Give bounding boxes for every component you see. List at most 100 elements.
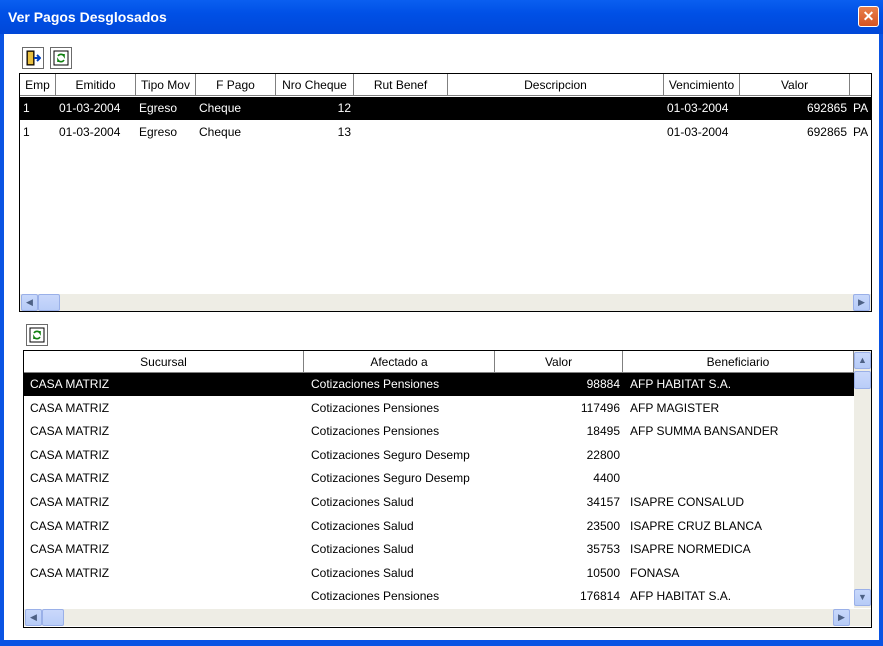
exit-door-icon [26,50,41,66]
cell-beneficiario: AFP SUMMA BANSANDER [630,424,779,439]
refresh-icon [53,50,69,66]
cell-afectado: Cotizaciones Pensiones [311,589,440,604]
cell-rut-benef [354,97,448,120]
cell-extra: PA [853,125,869,139]
column-header[interactable]: Beneficiario [623,351,854,373]
column-header[interactable]: Emp [20,74,56,96]
table-row[interactable]: 1 01-03-2004 Egreso Cheque 13 01-03-2004 69286… [20,121,871,144]
cell-beneficiario [623,467,854,490]
cell-valor: 10500 [586,565,620,580]
scroll-thumb[interactable] [38,294,60,311]
scroll-down-button[interactable]: ▼ [854,589,871,606]
column-header[interactable]: Descripcion [448,74,664,96]
cell-emp: 1 [23,101,30,115]
cell-sucursal: CASA MATRIZ [30,518,110,533]
cell-emp: 1 [23,125,30,139]
refresh-button-bottom[interactable] [26,324,48,346]
exit-button[interactable] [22,47,44,69]
column-header[interactable]: Vencimiento [664,74,740,96]
payments-grid[interactable]: Emp Emitido Tipo Mov F Pago Nro Cheque Rut Be… [19,73,872,312]
cell-nro-cheque: 12 [337,101,351,115]
column-header[interactable]: Emitido [56,74,136,96]
cell-afectado: Cotizaciones Pensiones [311,424,440,439]
column-header[interactable]: Sucursal [24,351,304,373]
bottom-horizontal-scrollbar[interactable]: ◀ ▶ [24,609,871,626]
cell-valor: 18495 [586,424,620,439]
cell-beneficiario: ISAPRE CONSALUD [630,495,745,509]
cell-afectado: Cotizaciones Salud [311,518,414,533]
table-row[interactable]: CASA MATRIZ Cotizaciones Salud 35753 ISAPRE… [24,538,854,561]
cell-sucursal: CASA MATRIZ [30,424,110,439]
scroll-thumb[interactable] [42,609,64,626]
cell-nro-cheque: 13 [337,125,351,139]
cell-sucursal: CASA MATRIZ [30,447,110,462]
cell-descripcion [448,97,664,120]
client-area: Emp Emitido Tipo Mov F Pago Nro Cheque Rut Be… [4,34,879,640]
cell-sucursal: CASA MATRIZ [30,565,110,580]
scroll-left-button[interactable]: ◀ [21,294,38,311]
close-button[interactable]: ✕ [858,6,879,27]
cell-valor: 692865 [806,101,847,115]
column-header[interactable]: Valor [740,74,850,96]
table-row[interactable]: CASA MATRIZ Cotizaciones Salud 23500 ISAPRE… [24,515,854,538]
window-title: Ver Pagos Desglosados [8,9,167,25]
cell-valor: 23500 [586,518,620,533]
cell-sucursal: CASA MATRIZ [30,377,110,391]
cell-valor: 4400 [593,471,620,486]
table-row[interactable]: CASA MATRIZ Cotizaciones Salud 34157 ISAPRE… [24,491,854,514]
cell-vencimiento: 01-03-2004 [667,101,729,115]
column-header[interactable]: F Pago [196,74,276,96]
cell-valor: 176814 [579,589,620,604]
cell-afectado: Cotizaciones Pensiones [311,377,440,391]
cell-vencimiento: 01-03-2004 [667,125,729,139]
cell-afectado: Cotizaciones Salud [311,565,414,580]
table-row[interactable]: CASA MATRIZ Cotizaciones Seguro Desemp 440… [24,467,854,490]
cell-emitido: 01-03-2004 [59,125,121,139]
column-header[interactable]: Valor [495,351,623,373]
refresh-icon [29,327,45,343]
table-row[interactable]: Cotizaciones Pensiones 176814 AFP HABITAT … [24,585,854,608]
column-header-empty [850,74,871,96]
scroll-right-button[interactable]: ▶ [853,294,870,311]
cell-valor: 34157 [586,495,620,509]
bottom-vertical-scrollbar[interactable]: ▲ ▼ [854,351,871,608]
scroll-right-button[interactable]: ▶ [833,609,850,626]
refresh-button-top[interactable] [50,47,72,69]
window-bottom-border [4,640,879,646]
cell-descripcion [448,121,664,144]
cell-sucursal: CASA MATRIZ [30,542,110,557]
cell-emitido: 01-03-2004 [59,101,121,115]
table-row[interactable]: CASA MATRIZ Cotizaciones Salud 10500 FONASA [24,562,854,585]
column-header[interactable]: Rut Benef [354,74,448,96]
scroll-left-button[interactable]: ◀ [25,609,42,626]
scroll-thumb[interactable] [854,371,871,389]
cell-beneficiario: AFP HABITAT S.A. [630,589,732,604]
column-header[interactable]: Tipo Mov [136,74,196,96]
cell-extra: PA [853,101,869,115]
cell-afectado: Cotizaciones Pensiones [311,400,440,415]
cell-f-pago: Cheque [199,101,242,115]
cell-valor: 98884 [586,377,620,391]
window: Ver Pagos Desglosados ✕ Emp Emitido Tipo M… [0,0,883,646]
scroll-up-button[interactable]: ▲ [854,352,871,369]
column-header[interactable]: Nro Cheque [276,74,354,96]
cell-sucursal [24,585,304,608]
cell-tipo-mov: Egreso [139,101,178,115]
table-row[interactable]: CASA MATRIZ Cotizaciones Pensiones 117496 A… [24,397,854,420]
cell-beneficiario: AFP MAGISTER [630,400,720,415]
breakdown-grid[interactable]: Sucursal Afectado a Valor Beneficiario CASA… [23,350,872,628]
cell-rut-benef [354,121,448,144]
top-horizontal-scrollbar[interactable]: ◀ ▶ [20,294,871,311]
column-header[interactable]: Afectado a [304,351,495,373]
cell-tipo-mov: Egreso [139,125,178,139]
table-row[interactable]: CASA MATRIZ Cotizaciones Seguro Desemp 228… [24,444,854,467]
title-bar[interactable]: Ver Pagos Desglosados ✕ [0,0,883,34]
cell-beneficiario: AFP HABITAT S.A. [630,377,732,391]
table-row[interactable]: CASA MATRIZ Cotizaciones Pensiones 98884 AF… [24,373,854,396]
table-row[interactable]: 1 01-03-2004 Egreso Cheque 12 01-03-2004 69286… [20,97,871,120]
cell-beneficiario: ISAPRE CRUZ BLANCA [630,518,763,533]
cell-valor: 692865 [806,125,847,139]
cell-afectado: Cotizaciones Salud [311,542,414,557]
table-row[interactable]: CASA MATRIZ Cotizaciones Pensiones 18495 AF… [24,420,854,443]
cell-valor: 22800 [586,447,620,462]
